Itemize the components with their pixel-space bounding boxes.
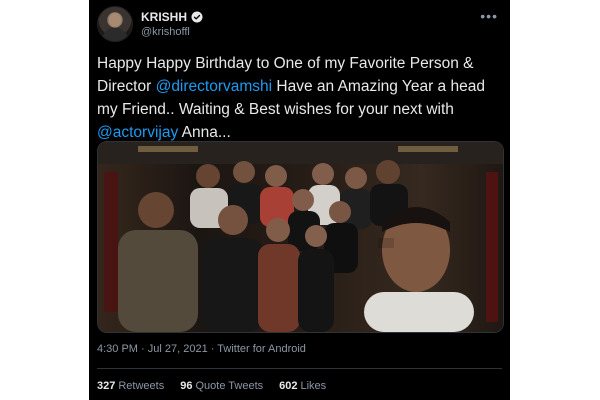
- tweet-photo[interactable]: [97, 141, 504, 333]
- tweet-date[interactable]: Jul 27, 2021: [148, 343, 208, 355]
- meta-separator: ·: [207, 343, 218, 355]
- group-selfie-image: [98, 142, 503, 332]
- tweet-text: Happy Happy Birthday to One of my Favori…: [97, 52, 502, 144]
- tweet-card: KRISHH @krishoffl ••• Happy Happy Birthd…: [89, 0, 510, 400]
- author-avatar[interactable]: [97, 6, 133, 42]
- retweets-label: Retweets: [118, 380, 165, 392]
- author-name-row: KRISHH: [141, 10, 203, 24]
- tweet-time[interactable]: 4:30 PM: [97, 343, 138, 355]
- tweet-header: KRISHH @krishoffl •••: [97, 6, 502, 42]
- tweet-text-part3: Anna...: [178, 124, 231, 141]
- tweet-client[interactable]: Twitter for Android: [217, 343, 306, 355]
- quote-tweets-count: 96: [180, 380, 193, 392]
- meta-separator: ·: [137, 343, 148, 355]
- more-options-icon[interactable]: •••: [480, 8, 498, 24]
- likes-stat[interactable]: 602 Likes: [279, 380, 326, 392]
- likes-label: Likes: [300, 380, 327, 392]
- tweet-meta: 4:30 PM · Jul 27, 2021 · Twitter for And…: [97, 343, 306, 355]
- mention-directorvamshi[interactable]: @directorvamshi: [156, 78, 273, 95]
- author-name[interactable]: KRISHH: [141, 10, 187, 24]
- tweet-stats: 327 Retweets 96 Quote Tweets 602 Likes: [97, 380, 326, 392]
- mention-actorvijay[interactable]: @actorvijay: [97, 124, 178, 141]
- likes-count: 602: [279, 380, 298, 392]
- verified-badge-icon: [191, 11, 203, 23]
- retweets-count: 327: [97, 380, 116, 392]
- quote-tweets-stat[interactable]: 96 Quote Tweets: [180, 380, 263, 392]
- divider: [97, 368, 502, 369]
- quote-tweets-label: Quote Tweets: [195, 380, 264, 392]
- retweets-stat[interactable]: 327 Retweets: [97, 380, 164, 392]
- author-handle[interactable]: @krishoffl: [141, 26, 190, 38]
